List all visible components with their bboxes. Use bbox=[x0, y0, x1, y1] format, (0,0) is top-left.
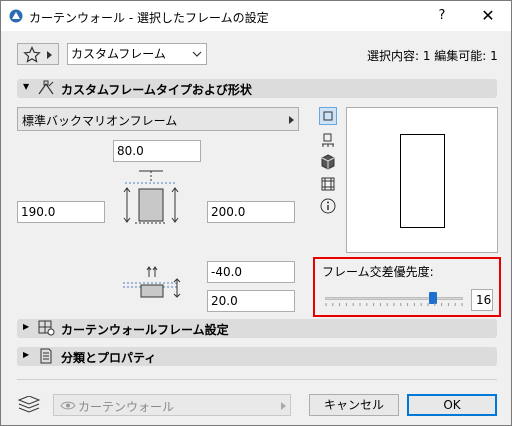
priority-panel: フレーム交差優先度: 16 bbox=[313, 257, 501, 317]
priority-label: フレーム交差優先度: bbox=[322, 265, 434, 279]
arrow-right-icon bbox=[289, 116, 294, 124]
width-input-value: 80.0 bbox=[117, 144, 144, 158]
left-width-input[interactable]: 190.0 bbox=[17, 201, 105, 223]
section-classification[interactable]: ▶ 分類とプロパティ bbox=[17, 347, 497, 366]
section-custom-frame-label: カスタムフレームタイプおよび形状 bbox=[61, 83, 252, 97]
ok-button-label: OK bbox=[443, 398, 461, 412]
collapse-triangle-icon: ▶ bbox=[23, 350, 30, 359]
arrow-right-icon bbox=[281, 402, 286, 410]
chevron-down-icon bbox=[192, 51, 202, 57]
section-curtain-wall-frame-label: カーテンウォールフレーム設定 bbox=[61, 323, 229, 337]
collapse-triangle-icon: ▶ bbox=[23, 322, 30, 331]
frame-settings-icon bbox=[38, 320, 55, 336]
priority-input[interactable]: 16 bbox=[471, 289, 493, 311]
section-custom-frame[interactable]: ▼ カスタムフレームタイプおよび形状 bbox=[17, 79, 497, 98]
priority-input-value: 16 bbox=[476, 293, 492, 307]
priority-slider[interactable] bbox=[325, 291, 463, 307]
offset-diagram bbox=[123, 266, 181, 298]
preview-frame-shape bbox=[400, 134, 445, 228]
view-section-icon[interactable] bbox=[319, 131, 337, 149]
frame-preview bbox=[346, 107, 498, 253]
cancel-button[interactable]: キャンセル bbox=[309, 394, 399, 416]
section-classification-label: 分類とプロパティ bbox=[61, 351, 157, 365]
window-title: カーテンウォール - 選択したフレームの設定 bbox=[29, 11, 269, 25]
title-bar: カーテンウォール - 選択したフレームの設定 ? ✕ bbox=[1, 1, 511, 31]
expand-triangle-icon: ▼ bbox=[23, 82, 30, 91]
frame-type-select-value: カスタムフレーム bbox=[71, 47, 166, 61]
section-curtain-wall-frame[interactable]: ▶ カーテンウォールフレーム設定 bbox=[17, 319, 497, 338]
favorites-button[interactable] bbox=[17, 43, 59, 65]
arrow-right-icon bbox=[47, 51, 52, 59]
frame-type-label: 標準バックマリオンフレーム bbox=[22, 114, 178, 128]
frame-shape-icon bbox=[38, 80, 54, 95]
selection-info: 選択内容: 1 編集可能: 1 bbox=[367, 49, 498, 63]
cancel-button-label: キャンセル bbox=[323, 398, 384, 412]
star-icon bbox=[23, 46, 41, 63]
view-plan-icon[interactable] bbox=[319, 107, 337, 125]
depth-input-value: 20.0 bbox=[211, 294, 238, 308]
width-input[interactable]: 80.0 bbox=[113, 140, 201, 162]
offset-input[interactable]: -40.0 bbox=[207, 261, 295, 283]
help-button[interactable]: ? bbox=[422, 1, 462, 31]
layer-select-value: カーテンウォール bbox=[78, 400, 175, 414]
dialog-window: カーテンウォール - 選択したフレームの設定 ? ✕ カスタムフレーム 選択内容… bbox=[0, 0, 512, 426]
depth-input[interactable]: 20.0 bbox=[207, 290, 295, 312]
close-button[interactable]: ✕ bbox=[466, 1, 510, 31]
view-3d-icon[interactable] bbox=[319, 153, 337, 171]
document-icon bbox=[40, 348, 52, 364]
right-width-input[interactable]: 200.0 bbox=[207, 201, 295, 223]
slider-ticks bbox=[325, 303, 463, 306]
ok-button[interactable]: OK bbox=[407, 394, 497, 416]
left-width-input-value: 190.0 bbox=[21, 205, 56, 219]
right-width-input-value: 200.0 bbox=[211, 205, 246, 219]
view-elevation-icon[interactable] bbox=[319, 175, 337, 193]
layer-icon bbox=[17, 396, 41, 413]
frame-type-button[interactable]: 標準バックマリオンフレーム bbox=[17, 107, 299, 131]
app-icon bbox=[9, 9, 23, 23]
footer-divider bbox=[17, 379, 497, 380]
layer-select[interactable]: カーテンウォール bbox=[53, 394, 291, 416]
slider-track bbox=[325, 297, 463, 300]
frame-section-diagram bbox=[123, 170, 179, 224]
info-icon[interactable] bbox=[319, 197, 337, 215]
frame-type-select[interactable]: カスタムフレーム bbox=[67, 43, 207, 65]
eye-icon bbox=[60, 401, 76, 410]
offset-input-value: -40.0 bbox=[211, 265, 243, 279]
